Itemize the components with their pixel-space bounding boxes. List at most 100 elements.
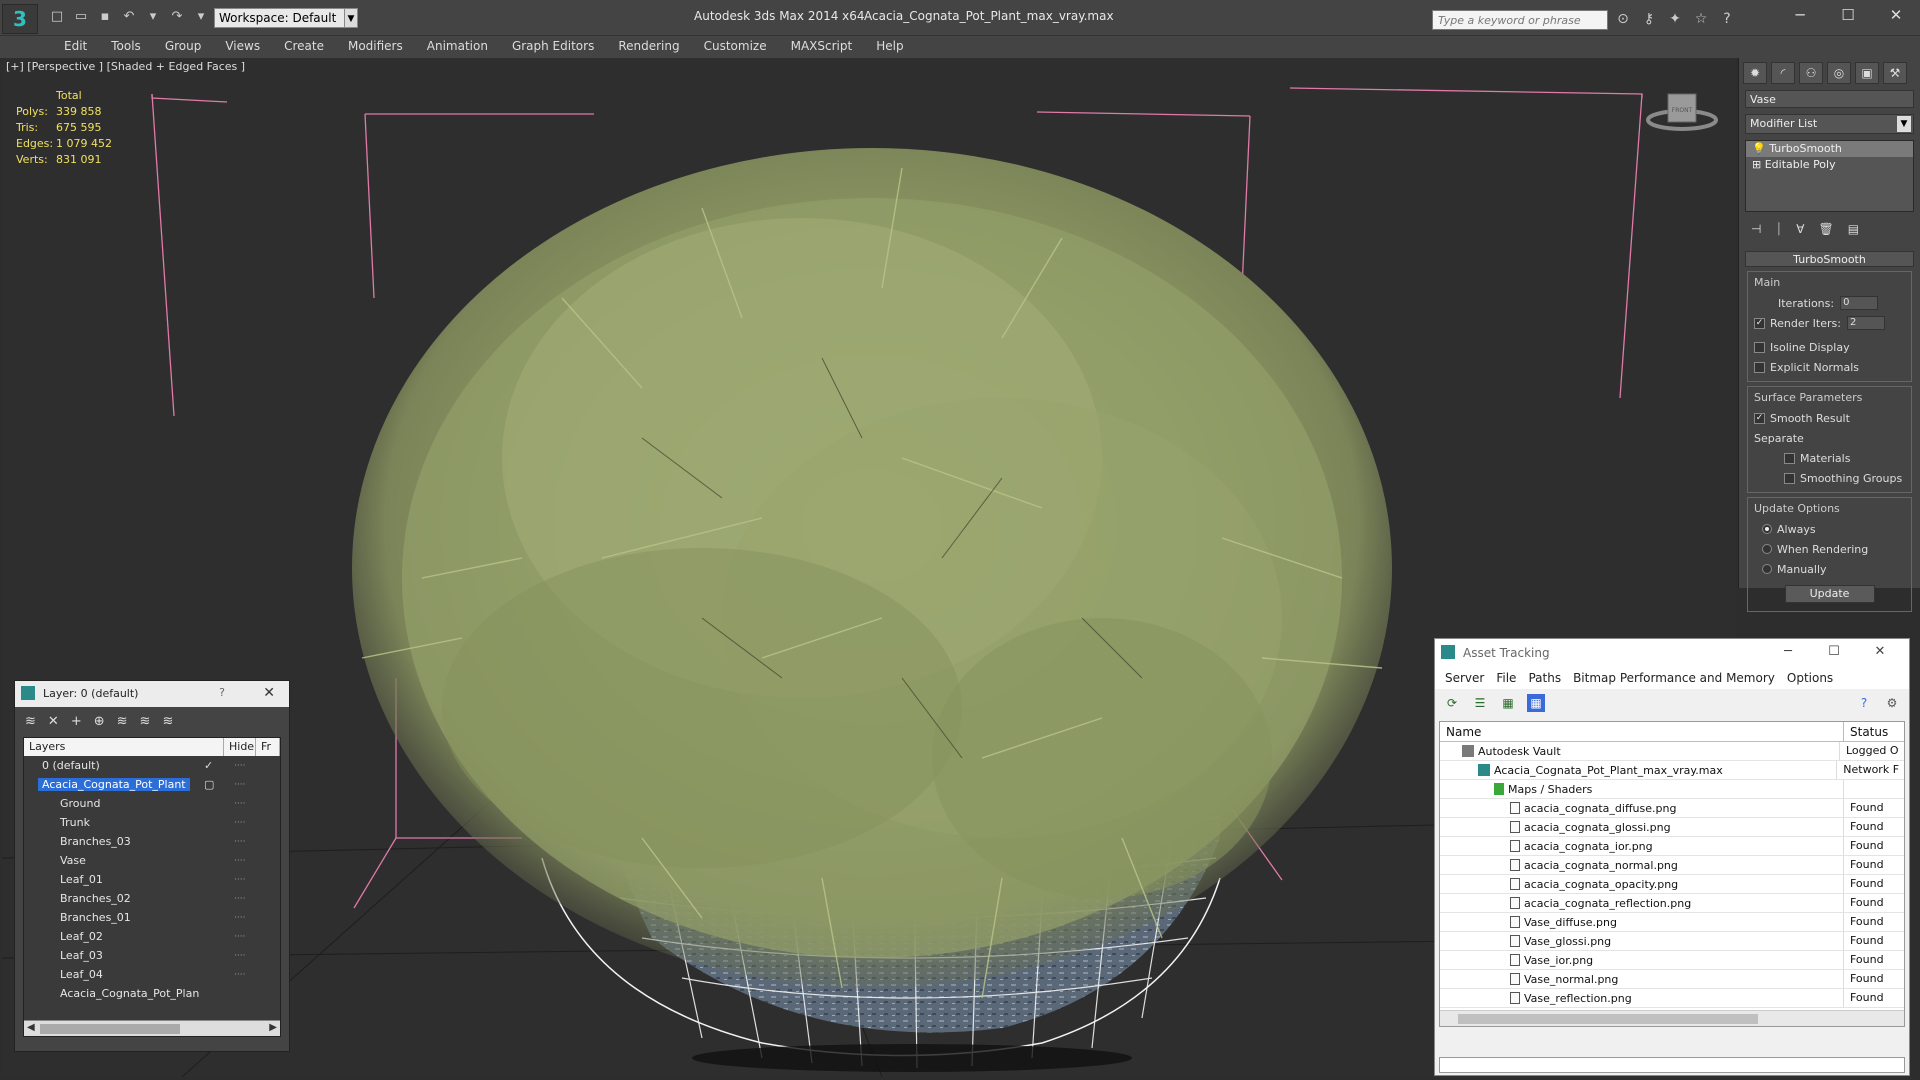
app-menu-button[interactable]: 3: [2, 4, 38, 34]
menu-tools[interactable]: Tools: [99, 36, 153, 58]
help-icon[interactable]: ?: [1855, 694, 1873, 712]
close-icon[interactable]: ✕: [263, 685, 275, 701]
explicit-normals-checkbox[interactable]: [1754, 361, 1765, 373]
smooth-result-checkbox[interactable]: ✓: [1754, 412, 1765, 424]
update-button[interactable]: Update: [1784, 585, 1875, 603]
close-button[interactable]: ✕: [1857, 641, 1903, 663]
key-icon[interactable]: ⚷: [1640, 10, 1658, 28]
maximize-button[interactable]: ☐: [1824, 0, 1872, 32]
redo-dropdown-icon[interactable]: ▾: [192, 8, 210, 26]
col-freeze[interactable]: Fr: [256, 738, 280, 756]
select-objects-icon[interactable]: ≋: [117, 714, 128, 729]
maximize-button[interactable]: ☐: [1811, 641, 1857, 663]
redo-icon[interactable]: ↷: [168, 8, 186, 26]
object-row[interactable]: Vase ····: [24, 851, 280, 870]
create-layer-icon[interactable]: +: [71, 714, 82, 729]
scroll-left-icon[interactable]: ◀: [27, 1022, 35, 1033]
asset-row[interactable]: Vase_normal.png Found: [1440, 970, 1904, 989]
pin-stack-icon[interactable]: ⊣: [1751, 222, 1761, 237]
make-unique-icon[interactable]: ∀: [1796, 222, 1804, 237]
satellite-icon[interactable]: ✦: [1666, 10, 1684, 28]
menu-modifiers[interactable]: Modifiers: [336, 36, 415, 58]
asset-row[interactable]: acacia_cognata_ior.png Found: [1440, 837, 1904, 856]
undo-icon[interactable]: ↶: [120, 8, 138, 26]
layer-window-titlebar[interactable]: Layer: 0 (default) ? ✕: [15, 681, 289, 707]
menu-animation[interactable]: Animation: [415, 36, 500, 58]
menu-views[interactable]: Views: [213, 36, 272, 58]
object-row[interactable]: Branches_03 ····: [24, 832, 280, 851]
scroll-right-icon[interactable]: ▶: [269, 1022, 277, 1033]
chevron-down-icon[interactable]: ▼: [344, 8, 358, 28]
asset-row[interactable]: acacia_cognata_glossi.png Found: [1440, 818, 1904, 837]
create-tab-icon[interactable]: ✹: [1743, 62, 1767, 84]
menu-maxscript[interactable]: MAXScript: [779, 36, 865, 58]
asset-row[interactable]: Acacia_Cognata_Pot_Plant_max_vray.max Net…: [1440, 761, 1904, 780]
menu-server[interactable]: Server: [1439, 669, 1490, 687]
asset-row[interactable]: acacia_cognata_diffuse.png Found: [1440, 799, 1904, 818]
smoothing-groups-checkbox[interactable]: [1784, 472, 1795, 484]
menu-group[interactable]: Group: [153, 36, 214, 58]
menu-file[interactable]: File: [1490, 669, 1522, 687]
binoculars-icon[interactable]: ⊙: [1614, 10, 1632, 28]
render-iters-spinner[interactable]: 2: [1846, 316, 1885, 330]
stack-item-turbosmooth[interactable]: 💡 TurboSmooth: [1746, 141, 1913, 157]
motion-tab-icon[interactable]: ◎: [1827, 62, 1851, 84]
menu-edit[interactable]: Edit: [52, 36, 99, 58]
help-icon[interactable]: ?: [219, 686, 225, 699]
menu-graph-editors[interactable]: Graph Editors: [500, 36, 606, 58]
manually-radio[interactable]: [1762, 564, 1772, 574]
asset-row[interactable]: acacia_cognata_opacity.png Found: [1440, 875, 1904, 894]
asset-row[interactable]: Vase_reflection.png Found: [1440, 989, 1904, 1008]
remove-modifier-icon[interactable]: 🗑: [1818, 222, 1833, 237]
col-name[interactable]: Name: [1440, 722, 1844, 741]
highlight-layer-icon[interactable]: ≋: [140, 714, 151, 729]
thumbnail-view-icon[interactable]: ▦: [1499, 694, 1517, 712]
utilities-tab-icon[interactable]: ⚒: [1883, 62, 1907, 84]
refresh-icon[interactable]: ⟳: [1443, 694, 1461, 712]
asset-row[interactable]: Vase_diffuse.png Found: [1440, 913, 1904, 932]
turbosmooth-rollout-header[interactable]: TurboSmooth: [1745, 251, 1914, 267]
menu-bitmap-performance[interactable]: Bitmap Performance and Memory: [1567, 669, 1781, 687]
col-status[interactable]: Status: [1844, 722, 1894, 741]
add-selection-icon[interactable]: ⊕: [94, 714, 105, 729]
layer-row[interactable]: Acacia_Cognata_Pot_Plant ▢ ····: [24, 775, 280, 794]
asset-row[interactable]: Autodesk Vault Logged O: [1440, 742, 1904, 761]
hide-all-icon[interactable]: ≋: [162, 714, 173, 729]
viewport-label[interactable]: [+] [Perspective ] [Shaded + Edged Faces…: [6, 60, 245, 73]
scrollbar-thumb[interactable]: [40, 1024, 180, 1034]
object-row[interactable]: Trunk ····: [24, 813, 280, 832]
object-row[interactable]: Leaf_01 ····: [24, 870, 280, 889]
display-tab-icon[interactable]: ▣: [1855, 62, 1879, 84]
minimize-button[interactable]: ─: [1765, 641, 1811, 663]
undo-dropdown-icon[interactable]: ▾: [144, 8, 162, 26]
open-file-icon[interactable]: ▭: [72, 8, 90, 26]
render-iters-checkbox[interactable]: ✓: [1754, 317, 1765, 329]
asset-row[interactable]: acacia_cognata_normal.png Found: [1440, 856, 1904, 875]
chevron-down-icon[interactable]: ▼: [1897, 116, 1911, 132]
modify-tab-icon[interactable]: ◜: [1771, 62, 1795, 84]
always-radio[interactable]: [1762, 524, 1772, 534]
table-view-icon[interactable]: ▦: [1527, 694, 1545, 712]
modifier-list-dropdown[interactable]: Modifier List ▼: [1745, 114, 1914, 134]
asset-window-titlebar[interactable]: Asset Tracking ─ ☐ ✕: [1435, 639, 1909, 667]
menu-customize[interactable]: Customize: [692, 36, 779, 58]
help-icon[interactable]: ?: [1718, 10, 1736, 28]
show-end-result-icon[interactable]: ⏐: [1775, 222, 1782, 237]
col-layers[interactable]: Layers: [24, 738, 224, 756]
star-icon[interactable]: ☆: [1692, 10, 1710, 28]
object-name-field[interactable]: Vase: [1745, 90, 1914, 108]
save-icon[interactable]: ▪: [96, 8, 114, 26]
col-hide[interactable]: Hide: [224, 738, 256, 756]
workspace-dropdown[interactable]: Workspace: Default: [214, 8, 358, 28]
materials-checkbox[interactable]: [1784, 452, 1795, 464]
isoline-display-checkbox[interactable]: [1754, 341, 1765, 353]
menu-create[interactable]: Create: [272, 36, 336, 58]
asset-row[interactable]: Maps / Shaders: [1440, 780, 1904, 799]
iterations-spinner[interactable]: 0: [1840, 296, 1879, 310]
object-row[interactable]: Leaf_02 ····: [24, 927, 280, 946]
menu-paths[interactable]: Paths: [1522, 669, 1567, 687]
object-row[interactable]: Branches_02 ····: [24, 889, 280, 908]
menu-help[interactable]: Help: [864, 36, 915, 58]
list-view-icon[interactable]: ☰: [1471, 694, 1489, 712]
object-row[interactable]: Branches_01 ····: [24, 908, 280, 927]
